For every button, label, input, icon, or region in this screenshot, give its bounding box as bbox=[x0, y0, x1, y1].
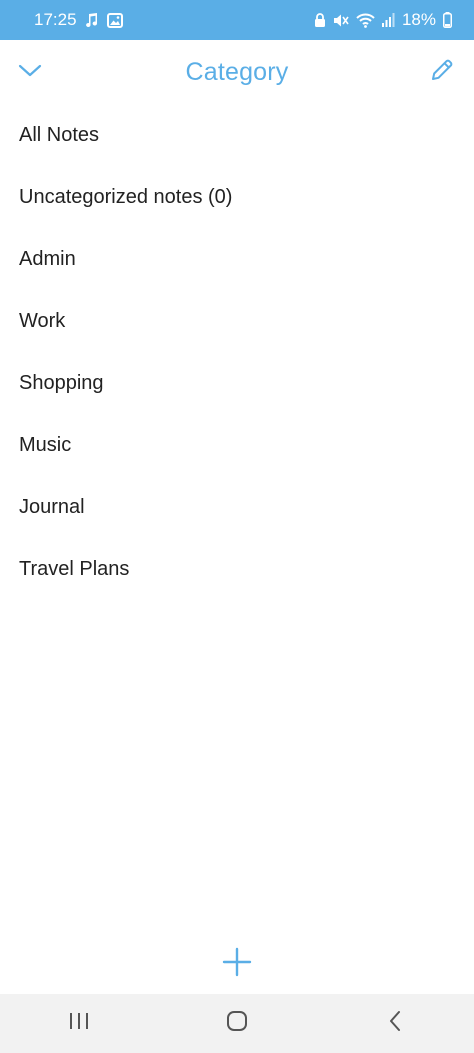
category-item-admin[interactable]: Admin bbox=[0, 228, 474, 290]
battery-level: 18% bbox=[401, 10, 436, 29]
mute-icon bbox=[333, 13, 349, 28]
category-item-travel-plans[interactable]: Travel Plans bbox=[0, 538, 474, 600]
system-nav-bar bbox=[0, 994, 474, 1053]
category-label: Work bbox=[19, 309, 66, 332]
plus-icon bbox=[221, 946, 253, 983]
category-label: Music bbox=[19, 433, 72, 456]
recent-apps-icon bbox=[68, 1011, 90, 1036]
category-label: All Notes bbox=[19, 123, 100, 146]
page-title: Category bbox=[185, 57, 289, 86]
lock-icon bbox=[314, 12, 326, 28]
app-header: Category bbox=[0, 40, 474, 104]
music-note-icon bbox=[85, 12, 99, 28]
category-item-all-notes[interactable]: All Notes bbox=[0, 104, 474, 166]
back-button[interactable] bbox=[365, 994, 425, 1053]
chevron-down-icon bbox=[17, 62, 43, 83]
pencil-icon bbox=[429, 57, 455, 88]
wifi-icon bbox=[356, 13, 375, 28]
battery-icon bbox=[443, 12, 452, 28]
category-item-journal[interactable]: Journal bbox=[0, 476, 474, 538]
edit-button[interactable] bbox=[426, 56, 458, 88]
category-list: All Notes Uncategorized notes (0) Admin … bbox=[0, 104, 474, 600]
home-button[interactable] bbox=[207, 994, 267, 1053]
category-item-uncategorized[interactable]: Uncategorized notes (0) bbox=[0, 166, 474, 228]
signal-icon bbox=[381, 13, 395, 27]
category-label: Shopping bbox=[19, 371, 104, 394]
category-label: Journal bbox=[19, 495, 85, 518]
status-left: 17:25 bbox=[34, 10, 123, 30]
status-time: 17:25 bbox=[34, 10, 77, 29]
back-icon bbox=[387, 1010, 403, 1037]
recent-apps-button[interactable] bbox=[49, 994, 109, 1053]
image-icon bbox=[106, 12, 123, 28]
status-right: 18% bbox=[314, 10, 452, 30]
status-bar: 17:25 18% bbox=[0, 0, 474, 40]
category-item-work[interactable]: Work bbox=[0, 290, 474, 352]
category-label: Admin bbox=[19, 247, 76, 270]
add-category-button[interactable] bbox=[219, 946, 255, 982]
home-icon bbox=[226, 1010, 248, 1037]
category-label: Uncategorized notes (0) bbox=[19, 185, 233, 208]
collapse-button[interactable] bbox=[14, 56, 46, 88]
category-item-shopping[interactable]: Shopping bbox=[0, 352, 474, 414]
category-item-music[interactable]: Music bbox=[0, 414, 474, 476]
category-label: Travel Plans bbox=[19, 557, 130, 580]
